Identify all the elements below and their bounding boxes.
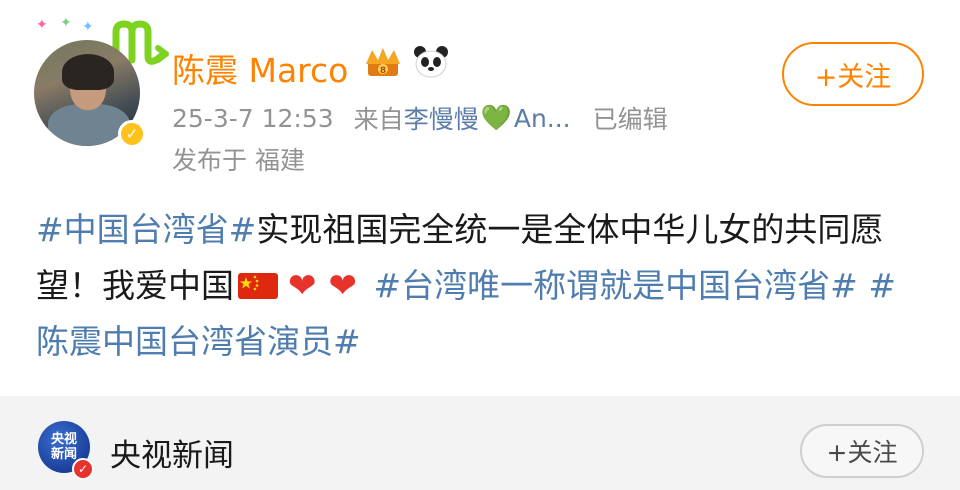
follow-button[interactable]: +关注 <box>782 42 924 106</box>
post-meta: 25-3-7 12:53 来自 李慢慢 💚 An... 已编辑 <box>172 100 668 136</box>
green-heart-icon: 💚 <box>480 103 512 132</box>
sparkle-icon: ✦ <box>82 19 94 35</box>
verified-icon: ✓ <box>72 458 94 480</box>
red-heart-icon: ❤ <box>328 266 358 306</box>
follow-label: +关注 <box>814 61 892 93</box>
cctv-logo-line2: 新闻 <box>50 447 77 462</box>
hashtag-link[interactable]: #台湾唯一称谓就是中国台湾省# <box>374 266 858 305</box>
post-location: 发布于 福建 <box>172 146 305 175</box>
follow-label: +关注 <box>826 438 898 467</box>
follow-button-secondary[interactable]: +关注 <box>800 424 924 478</box>
hashtag-link[interactable]: #中国台湾省# <box>36 210 256 249</box>
red-heart-icon: ❤ <box>288 266 317 306</box>
avatar-scarf <box>48 104 130 146</box>
weibo-post-card: ✦ ✦ ✦ ✓ 陈震 Marco 8 25-3-7 12:53 来自 李慢慢 💚… <box>0 0 960 396</box>
username[interactable]: 陈震 Marco <box>172 44 348 92</box>
edited-label[interactable]: 已编辑 <box>593 100 668 136</box>
source-link[interactable]: 李慢慢 <box>404 100 479 136</box>
post-time: 25-3-7 12:53 <box>172 103 334 133</box>
source-suffix[interactable]: An... <box>514 104 571 133</box>
sparkle-icon: ✦ <box>36 17 48 33</box>
verified-icon: ✓ <box>118 120 146 148</box>
next-card-username[interactable]: 央视新闻 <box>110 430 234 475</box>
cctv-logo-line1: 央视 <box>50 432 77 447</box>
sparkle-icon: ✦ <box>60 15 72 31</box>
panda-badge-icon <box>414 46 448 78</box>
china-flag-icon <box>238 273 278 299</box>
avatar-hair <box>62 54 114 90</box>
source-prefix: 来自 <box>353 105 404 134</box>
user-badges: 8 <box>362 44 452 80</box>
crown-badge-icon[interactable]: 8 <box>362 44 404 80</box>
avatar-area[interactable]: ✦ ✦ ✦ ✓ <box>30 15 169 148</box>
svg-text:8: 8 <box>380 66 386 76</box>
post-content: #中国台湾省#实现祖国完全统一是全体中华儿女的共同愿望！我爱中国 ❤ ❤ #台湾唯… <box>36 202 916 370</box>
